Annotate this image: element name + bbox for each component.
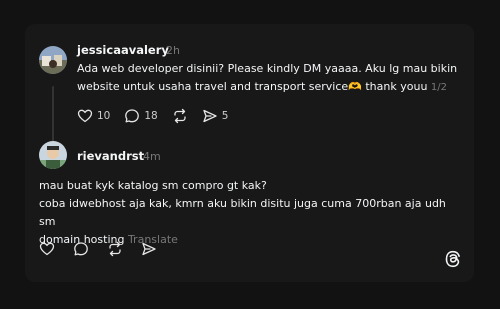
- post-text-line: website untuk usaha travel and transport…: [77, 80, 428, 93]
- reply-count: 18: [144, 110, 158, 122]
- thread-card: jessicaavalery 2h Ada web developer disi…: [25, 24, 474, 282]
- post-time: 2h: [166, 44, 180, 57]
- threads-logo-icon: [444, 250, 462, 268]
- post-text-line-wrapper: website untuk usaha travel and transport…: [77, 78, 467, 97]
- reply-username[interactable]: rievandrst: [77, 149, 144, 163]
- reply-text-line: mau buat kyk katalog sm compro gt kak?: [39, 179, 267, 192]
- comment-icon: [124, 108, 140, 124]
- like-count: 10: [97, 110, 111, 122]
- reply-button[interactable]: 18: [124, 108, 158, 124]
- heart-icon: [39, 241, 55, 257]
- reply-text: mau buat kyk katalog sm compro gt kak? c…: [39, 177, 464, 249]
- repost-button[interactable]: [107, 241, 123, 257]
- post-username[interactable]: jessicaavalery: [77, 43, 169, 57]
- repost-icon: [107, 241, 123, 257]
- send-icon: [141, 241, 157, 257]
- reply-actions: [39, 241, 171, 257]
- post-actions: 10 18 5: [77, 108, 242, 124]
- comment-icon: [73, 241, 89, 257]
- avatar[interactable]: [39, 141, 67, 169]
- post-text-line: Ada web developer disinii? Please kindly…: [77, 62, 458, 75]
- share-button[interactable]: 5: [202, 108, 229, 124]
- send-icon: [202, 108, 218, 124]
- avatar[interactable]: [39, 46, 67, 74]
- repost-icon: [172, 108, 188, 124]
- like-button[interactable]: 10: [77, 108, 110, 124]
- repost-button[interactable]: [172, 108, 188, 124]
- reply-text-line: coba idwebhost aja kak, kmrn aku bikin d…: [39, 197, 446, 228]
- like-button[interactable]: [39, 241, 55, 257]
- share-button[interactable]: [141, 241, 157, 257]
- share-count: 5: [221, 110, 229, 122]
- reply-button[interactable]: [73, 241, 89, 257]
- page-indicator: 1/2: [430, 82, 448, 93]
- thread-connector-line: [52, 86, 54, 142]
- reply-time: 4m: [143, 150, 161, 163]
- post-text: Ada web developer disinii? Please kindly…: [77, 60, 467, 97]
- heart-icon: [77, 108, 93, 124]
